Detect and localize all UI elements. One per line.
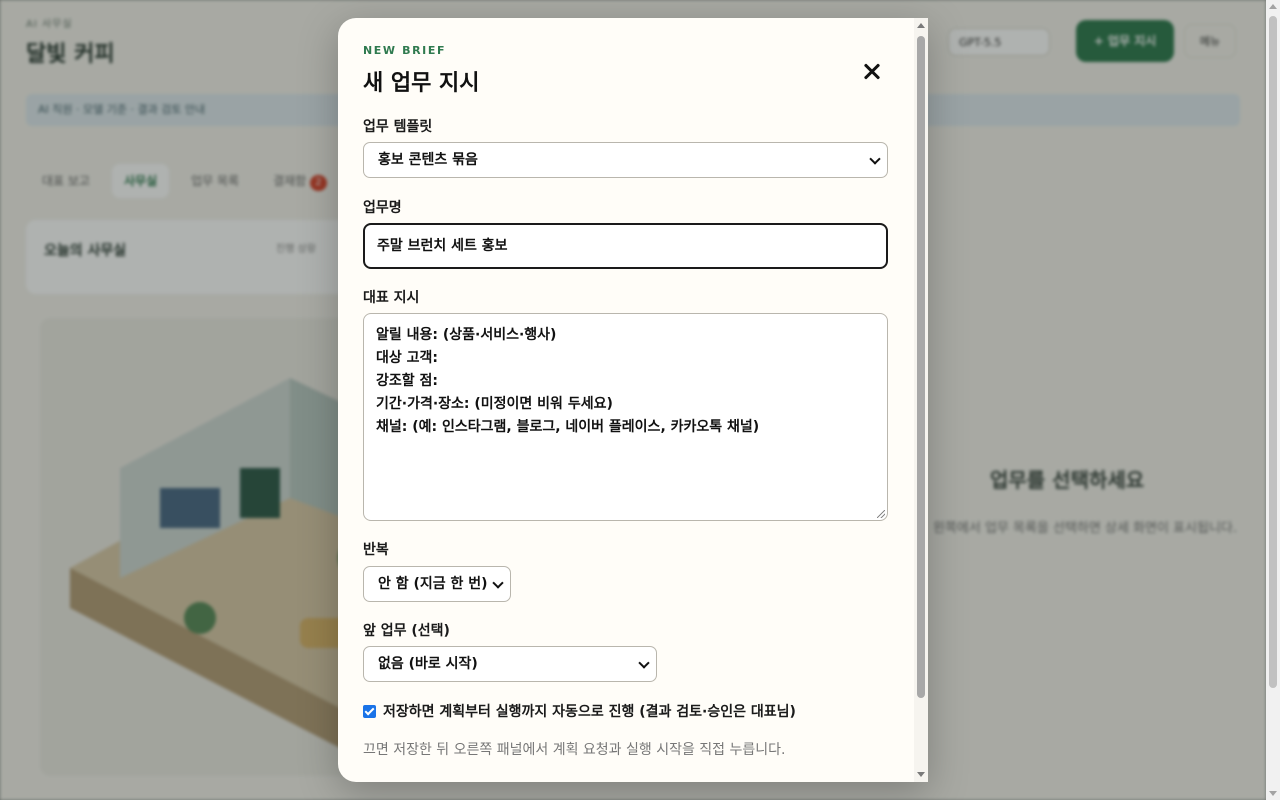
page-scrollbar[interactable] <box>1266 0 1280 800</box>
dialog-scrollbar-thumb[interactable] <box>917 36 925 698</box>
close-icon[interactable] <box>860 60 884 84</box>
repeat-label: 반복 <box>363 542 389 558</box>
auto-run-help-text: 끄면 저장한 뒤 오른쪽 패널에서 계획 요청과 실행 시작을 직접 누릅니다. <box>363 742 786 758</box>
repeat-select[interactable]: 안 함 (지금 한 번) <box>363 566 511 602</box>
dialog-title: 새 업무 지시 <box>363 71 480 96</box>
auto-run-label[interactable]: 저장하면 계획부터 실행까지 자동으로 진행 (결과 검토·승인은 대표님) <box>383 701 796 721</box>
previous-task-select-value: 없음 (바로 시작) <box>378 656 478 672</box>
chevron-down-icon <box>638 657 650 669</box>
instruction-textarea[interactable]: 알릴 내용: (상품·서비스·행사) 대상 고객: 강조할 점: 기간·가격·장… <box>363 313 888 521</box>
scroll-up-arrow-icon[interactable] <box>917 23 925 28</box>
task-name-input[interactable]: 주말 브런치 세트 홍보 <box>363 223 888 269</box>
auto-run-checkbox[interactable] <box>363 704 376 718</box>
resize-grip-icon[interactable] <box>877 510 885 518</box>
repeat-select-value: 안 함 (지금 한 번) <box>378 576 488 592</box>
dialog-eyebrow: NEW BRIEF <box>363 44 447 57</box>
page-scrollbar-thumb[interactable] <box>1269 16 1277 688</box>
instruction-line: 대상 고객: <box>376 350 438 366</box>
template-select[interactable]: 홍보 콘텐츠 묶음 <box>363 142 888 178</box>
template-label: 업무 템플릿 <box>363 119 433 135</box>
dialog-scrollbar[interactable] <box>914 18 928 782</box>
instruction-label: 대표 지시 <box>363 290 420 306</box>
scroll-down-arrow-icon[interactable] <box>917 772 925 777</box>
task-name-value: 주말 브런치 세트 홍보 <box>377 238 508 254</box>
auto-run-option[interactable]: 저장하면 계획부터 실행까지 자동으로 진행 (결과 검토·승인은 대표님) <box>363 701 796 721</box>
previous-task-label: 앞 업무 (선택) <box>363 623 450 639</box>
instruction-line: 채널: (예: 인스타그램, 블로그, 네이버 플레이스, 카카오톡 채널) <box>376 419 760 435</box>
previous-task-select[interactable]: 없음 (바로 시작) <box>363 646 657 682</box>
task-name-label: 업무명 <box>363 200 402 216</box>
template-select-value: 홍보 콘텐츠 묶음 <box>378 152 478 168</box>
scroll-down-arrow-icon[interactable] <box>1269 791 1277 796</box>
chevron-down-icon <box>492 577 504 589</box>
new-brief-dialog: NEW BRIEF 새 업무 지시 업무 템플릿 홍보 콘텐츠 묶음 업무명 주… <box>338 18 928 782</box>
instruction-line: 기간·가격·장소: (미정이면 비워 두세요) <box>376 396 613 412</box>
scroll-up-arrow-icon[interactable] <box>1269 4 1277 9</box>
chevron-down-icon <box>869 153 881 165</box>
instruction-line: 강조할 점: <box>376 373 438 389</box>
instruction-line: 알릴 내용: (상품·서비스·행사) <box>376 327 557 343</box>
